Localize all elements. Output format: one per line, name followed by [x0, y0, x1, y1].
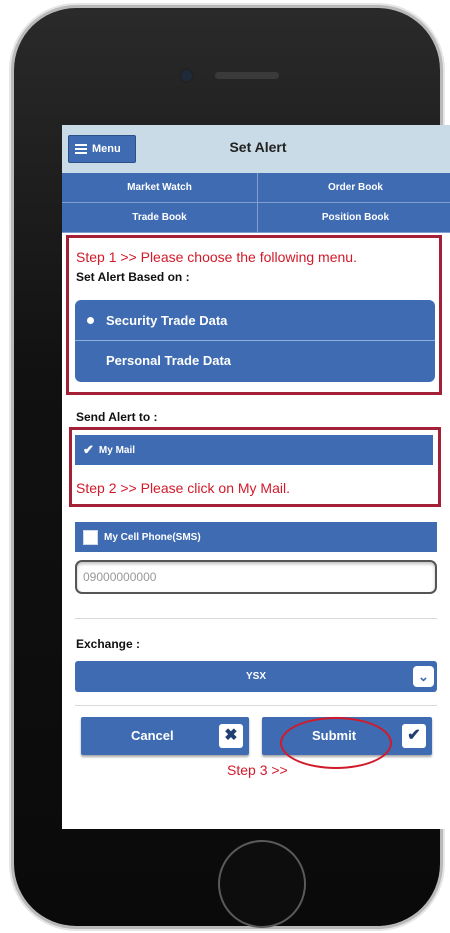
cancel-label: Cancel: [131, 728, 174, 743]
tab-order-book[interactable]: Order Book: [258, 173, 450, 203]
step1-note: Step 1 >> Please choose the following me…: [76, 249, 357, 265]
header-bar: Menu Set Alert: [62, 125, 450, 173]
my-mail-checkbox[interactable]: ✔ My Mail: [75, 435, 433, 465]
home-button[interactable]: [218, 840, 306, 928]
checkmark-icon: ✔: [83, 442, 94, 457]
checkbox-unchecked-icon: [83, 529, 98, 545]
exchange-label: Exchange :: [76, 637, 141, 651]
option-label: Security Trade Data: [106, 312, 228, 328]
option-security-trade-data[interactable]: Security Trade Data: [75, 300, 435, 340]
alert-basis-options: Security Trade Data Personal Trade Data: [75, 300, 435, 382]
phone-frame: Menu Set Alert Market Watch Order Book T…: [14, 8, 450, 928]
app-screen: Menu Set Alert Market Watch Order Book T…: [62, 125, 450, 829]
cell-phone-checkbox[interactable]: My Cell Phone(SMS): [75, 522, 437, 552]
tab-position-book[interactable]: Position Book: [258, 203, 450, 233]
radio-selected-icon: [87, 316, 94, 324]
option-label: Personal Trade Data: [106, 353, 231, 368]
exchange-select[interactable]: YSX ⌄: [75, 661, 437, 692]
divider: [75, 705, 437, 706]
step2-note: Step 2 >> Please click on My Mail.: [76, 480, 290, 496]
phone-number-input[interactable]: 09000000000: [75, 560, 437, 594]
cell-phone-label: My Cell Phone(SMS): [104, 531, 201, 543]
tab-trade-book[interactable]: Trade Book: [62, 203, 258, 233]
nav-tabs: Market Watch Order Book Trade Book Posit…: [62, 173, 450, 233]
option-personal-trade-data[interactable]: Personal Trade Data: [75, 340, 435, 380]
alert-basis-label: Set Alert Based on :: [76, 270, 190, 284]
exchange-value: YSX: [245, 671, 266, 682]
send-alert-label: Send Alert to :: [76, 410, 158, 424]
submit-highlight-circle: [280, 717, 392, 769]
chevron-down-icon: ⌄: [413, 666, 434, 687]
radio-unselected-icon: [87, 357, 94, 364]
my-mail-label: My Mail: [98, 444, 136, 456]
checkmark-icon: ✔: [402, 724, 426, 748]
cancel-button[interactable]: Cancel ✖: [81, 717, 249, 755]
tab-market-watch[interactable]: Market Watch: [62, 173, 258, 203]
front-camera: [181, 70, 192, 81]
phone-number-value: 09000000000: [83, 570, 157, 584]
divider: [75, 618, 437, 619]
page-title: Set Alert: [229, 139, 287, 155]
step3-note: Step 3 >>: [227, 762, 288, 778]
speaker-grille: [215, 72, 279, 79]
close-icon: ✖: [219, 724, 243, 748]
